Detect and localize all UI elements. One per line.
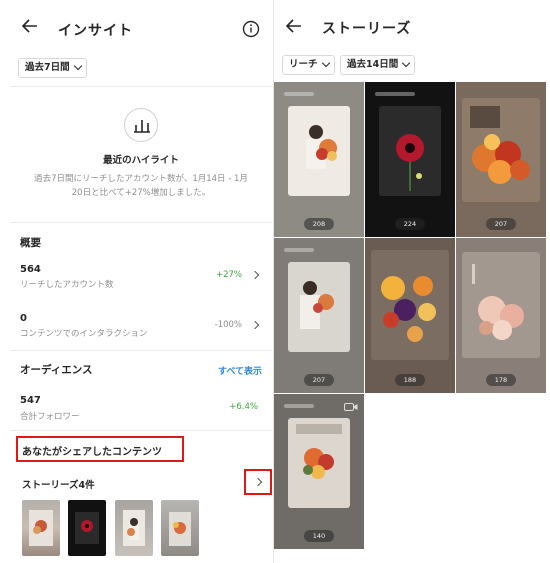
story-account-bar xyxy=(284,404,314,408)
interactions-change: -100% xyxy=(214,320,242,330)
story-grid-item[interactable]: 178 xyxy=(456,238,546,393)
period-filter-label: 過去7日間 xyxy=(25,62,70,73)
view-count-badge: 178 xyxy=(486,374,516,386)
story-grid-item[interactable]: 188 xyxy=(365,238,455,393)
story-grid-item[interactable]: 224 xyxy=(365,82,455,237)
view-count-badge: 207 xyxy=(486,218,516,230)
metric-filter-dropdown[interactable]: リーチ xyxy=(282,55,335,75)
story-thumbnail[interactable] xyxy=(68,500,106,556)
view-count-badge: 140 xyxy=(304,530,334,542)
metric-filter-label: リーチ xyxy=(289,59,318,70)
story-grid-item[interactable]: 207 xyxy=(456,82,546,237)
view-count-badge: 224 xyxy=(395,218,425,230)
period-filter-label: 過去14日間 xyxy=(347,59,399,70)
period-filter-dropdown[interactable]: 過去7日間 xyxy=(18,58,87,78)
chevron-down-icon xyxy=(401,58,411,68)
see-all-link[interactable]: すべて表示 xyxy=(218,364,262,377)
story-preview xyxy=(288,418,350,508)
interactions-value: 0 xyxy=(20,313,27,324)
insights-header: インサイト xyxy=(10,0,272,56)
reach-label: リーチしたアカウント数 xyxy=(20,280,114,290)
period-filter-dropdown[interactable]: 過去14日間 xyxy=(340,55,416,75)
back-arrow-icon[interactable] xyxy=(284,16,304,36)
story-preview xyxy=(462,252,540,358)
stories-count-label: ストーリーズ4件 xyxy=(22,480,95,491)
insights-screen: インサイト 過去7日間 最近のハイライト 過去7日間にリーチしたアカウント数が、… xyxy=(10,0,272,563)
view-count-badge: 188 xyxy=(395,374,425,386)
page-title: インサイト xyxy=(58,23,133,39)
story-grid-item[interactable]: 208 xyxy=(274,82,364,237)
story-thumbnail[interactable] xyxy=(115,500,153,556)
story-account-bar xyxy=(284,92,314,96)
overview-title: 概要 xyxy=(20,237,41,249)
divider xyxy=(10,222,272,223)
divider xyxy=(10,86,272,87)
reach-change: +27% xyxy=(215,270,242,280)
story-grid-item[interactable]: 140 xyxy=(274,394,364,549)
back-arrow-icon[interactable] xyxy=(20,16,40,36)
story-preview xyxy=(371,250,449,360)
view-count-badge: 208 xyxy=(304,218,334,230)
chevron-right-icon xyxy=(250,320,260,330)
story-account-bar xyxy=(284,248,314,252)
info-icon[interactable] xyxy=(242,20,260,38)
story-preview xyxy=(462,98,540,202)
highlight-title: 最近のハイライト xyxy=(103,155,179,166)
camera-icon xyxy=(344,403,358,411)
chevron-down-icon xyxy=(73,61,82,71)
stories-screen: ストーリーズ リーチ 過去14日間 208 224 207 207 188 17… xyxy=(273,0,550,563)
story-grid-item[interactable]: 207 xyxy=(274,238,364,393)
audience-title: オーディエンス xyxy=(20,364,93,376)
highlight-description: 過去7日間にリーチしたアカウント数が、1月14日 - 1月20日と比べて+27%… xyxy=(34,174,248,198)
story-thumbnail[interactable] xyxy=(161,500,199,556)
reach-value: 564 xyxy=(20,264,41,275)
story-preview xyxy=(379,106,441,196)
chevron-down-icon xyxy=(321,58,330,68)
followers-label: 合計フォロワー xyxy=(20,412,80,422)
divider xyxy=(10,430,272,431)
divider xyxy=(10,350,272,351)
shared-content-title: あなたがシェアしたコンテンツ xyxy=(22,447,162,458)
interactions-label: コンテンツでのインタラクション xyxy=(20,329,148,339)
view-count-badge: 207 xyxy=(304,374,334,386)
highlight-chart-badge xyxy=(124,108,158,142)
followers-change: +6.4% xyxy=(229,402,258,412)
stories-header: ストーリーズ xyxy=(274,0,550,56)
story-preview xyxy=(288,106,350,196)
story-account-bar xyxy=(375,92,415,96)
chart-icon xyxy=(134,120,150,133)
story-thumbnail[interactable] xyxy=(22,500,60,556)
page-title: ストーリーズ xyxy=(322,21,412,37)
chevron-right-icon xyxy=(250,270,260,280)
followers-value: 547 xyxy=(20,395,41,406)
story-preview xyxy=(288,262,350,352)
